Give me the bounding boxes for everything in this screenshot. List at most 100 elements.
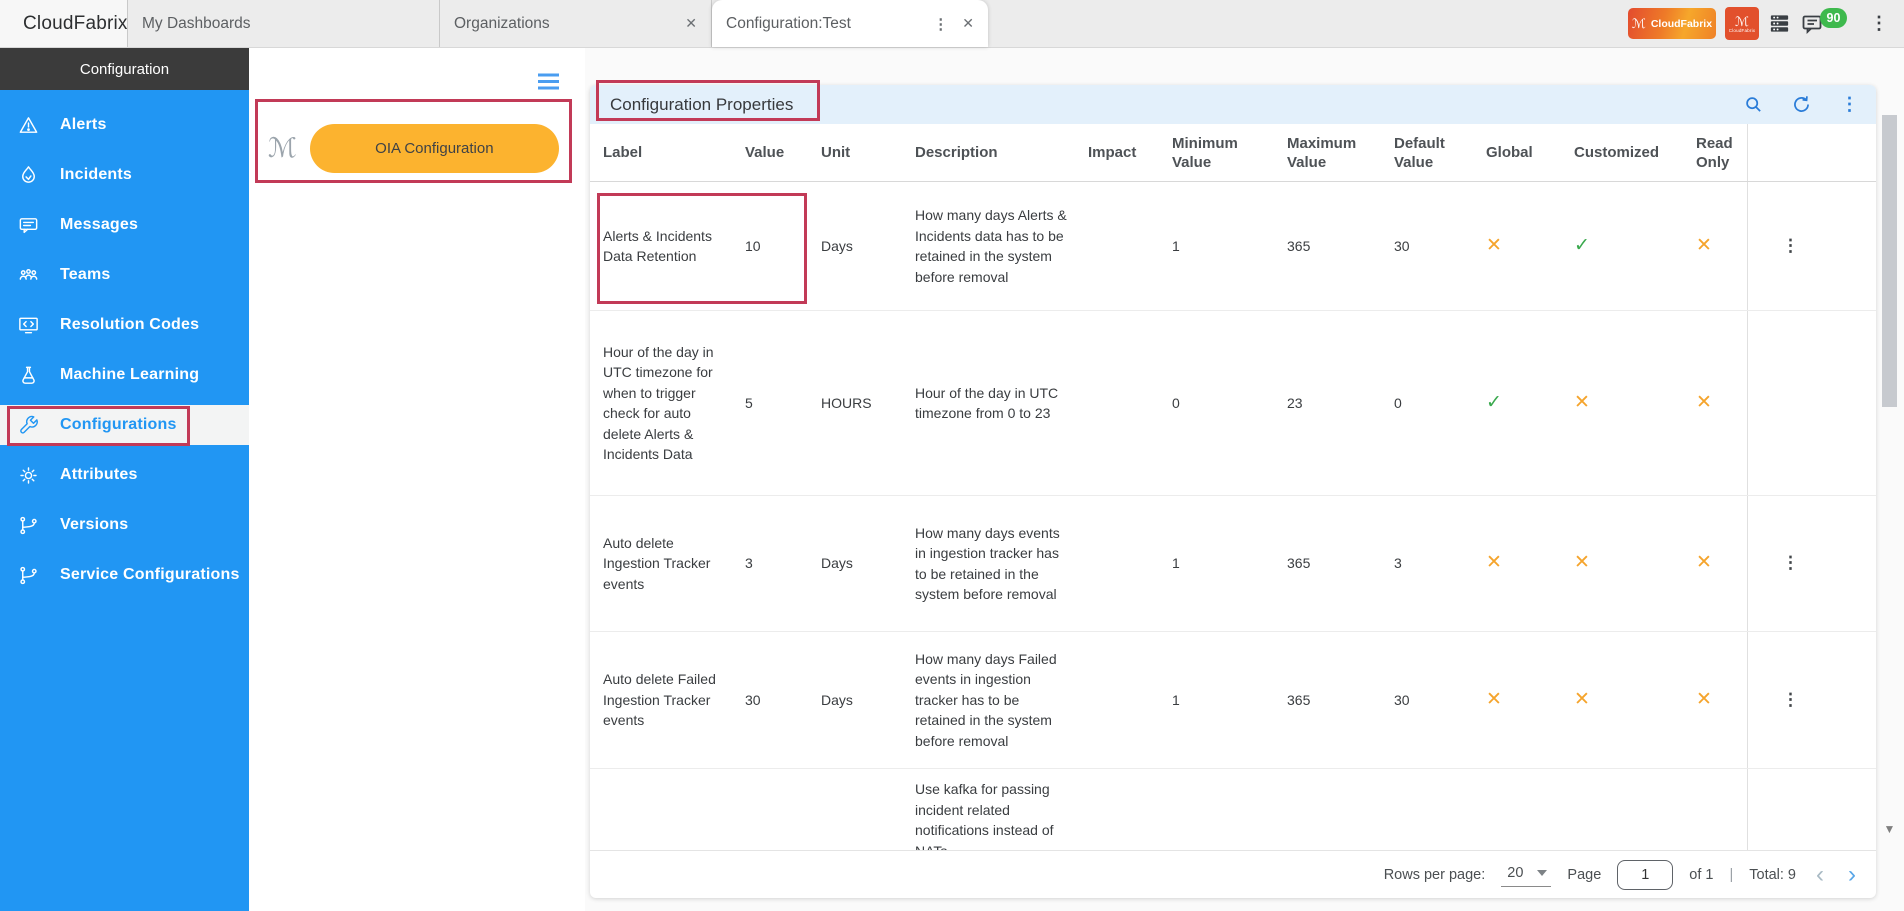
- refresh-icon[interactable]: [1791, 94, 1812, 115]
- pagination-separator: |: [1729, 867, 1733, 883]
- top-bar: CloudFabrix My DashboardsOrganizations✕C…: [0, 0, 1904, 48]
- tab-configuration-test[interactable]: Configuration:Test ⋮ ✕: [712, 0, 988, 47]
- next-page-icon[interactable]: ›: [1844, 865, 1860, 885]
- cell-global: ✓: [1473, 311, 1561, 495]
- sidebar-item-attributes[interactable]: Attributes: [0, 455, 249, 495]
- oia-configuration-button[interactable]: OIA Configuration: [310, 124, 559, 173]
- read-only-cross-icon: ✕: [1696, 553, 1712, 574]
- wrench-icon: [17, 414, 40, 437]
- column-header-description: Description: [902, 143, 1075, 162]
- sidebar-item-label: Resolution Codes: [60, 316, 199, 334]
- table-pagination: Rows per page: 20 Page of 1 | Total: 9 ‹…: [590, 850, 1876, 898]
- scrollbar-thumb[interactable]: [1882, 115, 1897, 407]
- cell-label: Auto delete Ingestion Tracker events: [590, 496, 732, 631]
- cell-label: Auto delete Failed Ingestion Tracker eve…: [590, 632, 732, 768]
- sidebar-item-label: Service Configurations: [60, 566, 240, 584]
- column-header-unit: Unit: [808, 143, 902, 162]
- cell-max: 365: [1274, 182, 1381, 310]
- topbar-actions: ℳ CloudFabrix ℳ CloudFabrix 90 ⋮: [1628, 0, 1904, 47]
- sidebar-item-label: Versions: [60, 516, 128, 534]
- scrollbar-down-button[interactable]: ▼: [1882, 820, 1897, 838]
- tab-menu-icon[interactable]: ⋮: [933, 15, 948, 33]
- sidebar-item-service-configurations[interactable]: Service Configurations: [0, 555, 249, 595]
- customized-cross-icon: ✕: [1574, 690, 1590, 711]
- page-of-label: of 1: [1689, 867, 1713, 883]
- cell-customized: ✕: [1561, 311, 1683, 495]
- read-only-cross-icon: ✕: [1696, 236, 1712, 257]
- topbar-overflow-menu-icon[interactable]: ⋮: [1870, 13, 1888, 34]
- global-cross-icon: ✕: [1486, 236, 1502, 257]
- table-body: Alerts & Incidents Data Retention10DaysH…: [590, 182, 1876, 850]
- sidebar-item-alerts[interactable]: Alerts: [0, 105, 249, 145]
- chat-icon: [17, 214, 40, 237]
- rows-per-page-select[interactable]: 20: [1501, 862, 1551, 887]
- table-row: Alerts & Incidents Data Retention10DaysH…: [590, 182, 1876, 311]
- panel-overflow-menu-icon[interactable]: ⋮: [1839, 94, 1860, 115]
- cell-read-only: ✕: [1683, 632, 1747, 768]
- sidebar-item-incidents[interactable]: Incidents: [0, 155, 249, 195]
- cell-unit: Days: [808, 182, 902, 310]
- tab-close-icon[interactable]: ✕: [962, 15, 974, 32]
- cell-default: 3: [1381, 496, 1473, 631]
- dropdown-arrow-icon: [1537, 870, 1547, 876]
- sidebar-item-teams[interactable]: Teams: [0, 255, 249, 295]
- cell-global: [1473, 769, 1561, 850]
- column-header-minimum-value: Minimum Value: [1159, 134, 1274, 172]
- sidebar-item-machine-learning[interactable]: Machine Learning: [0, 355, 249, 395]
- tab-organizations[interactable]: Organizations✕: [440, 0, 712, 47]
- sidebar-item-label: Configurations: [60, 416, 177, 434]
- cell-unit: Days: [808, 496, 902, 631]
- warning-triangle-icon: [17, 114, 40, 137]
- page-number-input[interactable]: [1617, 860, 1673, 890]
- panel-menu-icon[interactable]: [537, 73, 560, 90]
- table-row: Auto delete Ingestion Tracker events 3 Day…: [590, 496, 1876, 632]
- sidebar: Configuration AlertsIncidentsMessagesTea…: [0, 48, 249, 911]
- customized-check-icon: ✓: [1574, 236, 1590, 257]
- sidebar-item-label: Teams: [60, 266, 111, 284]
- column-header-customized: Customized: [1561, 143, 1683, 162]
- cell-value: [732, 769, 808, 850]
- column-header-impact: Impact: [1075, 143, 1159, 162]
- sidebar-item-messages[interactable]: Messages: [0, 205, 249, 245]
- cloudfabrix-badge[interactable]: ℳ CloudFabrix: [1628, 8, 1716, 39]
- configuration-list-item: ℳ OIA Configuration: [249, 110, 585, 186]
- server-stack-icon[interactable]: [1768, 12, 1791, 35]
- cell-customized: ✕: [1561, 496, 1683, 631]
- column-header-actions: [1747, 124, 1876, 181]
- cell-global: ✕: [1473, 632, 1561, 768]
- cell-impact: [1075, 632, 1159, 768]
- cell-min: 1: [1159, 632, 1274, 768]
- sidebar-item-label: Messages: [60, 216, 138, 234]
- table-row: Hour of the day in UTC timezone for when…: [590, 311, 1876, 496]
- rows-per-page-label: Rows per page:: [1384, 867, 1486, 883]
- cell-description: Use kafka for passing incident related n…: [902, 769, 1075, 850]
- cell-actions: ⋮: [1747, 182, 1876, 310]
- row-actions-menu-icon[interactable]: ⋮: [1782, 553, 1800, 574]
- monitor-code-icon: [17, 314, 40, 337]
- notification-count-badge[interactable]: 90: [1820, 8, 1847, 28]
- search-icon[interactable]: [1743, 94, 1764, 115]
- cell-max: 365: [1274, 496, 1381, 631]
- git-branch-icon: [17, 564, 40, 587]
- cell-value: 5: [732, 311, 808, 495]
- sidebar-item-label: Attributes: [60, 466, 138, 484]
- page-label: Page: [1567, 867, 1601, 883]
- cell-min: [1159, 769, 1274, 850]
- tab-my-dashboards[interactable]: My Dashboards: [128, 0, 440, 47]
- cell-max: [1274, 769, 1381, 850]
- table-row: Auto delete Failed Ingestion Tracker eve…: [590, 632, 1876, 769]
- previous-page-icon[interactable]: ‹: [1812, 865, 1828, 885]
- sidebar-item-configurations[interactable]: Configurations: [0, 405, 249, 445]
- cloudfabrix-mini-badge-label: CloudFabrix: [1729, 28, 1755, 33]
- cell-default: [1381, 769, 1473, 850]
- row-actions-menu-icon[interactable]: ⋮: [1782, 690, 1800, 711]
- tab-close-icon[interactable]: ✕: [685, 15, 697, 32]
- tab-label: Configuration:Test: [726, 15, 915, 33]
- cell-default: 30: [1381, 182, 1473, 310]
- cloudfabrix-mini-badge[interactable]: ℳ CloudFabrix: [1725, 7, 1759, 40]
- sidebar-item-versions[interactable]: Versions: [0, 505, 249, 545]
- sidebar-item-resolution-codes[interactable]: Resolution Codes: [0, 305, 249, 345]
- configuration-properties-card: Configuration Properties ⋮ LabelValueUni…: [590, 85, 1876, 898]
- cell-impact: [1075, 311, 1159, 495]
- row-actions-menu-icon[interactable]: ⋮: [1782, 236, 1800, 257]
